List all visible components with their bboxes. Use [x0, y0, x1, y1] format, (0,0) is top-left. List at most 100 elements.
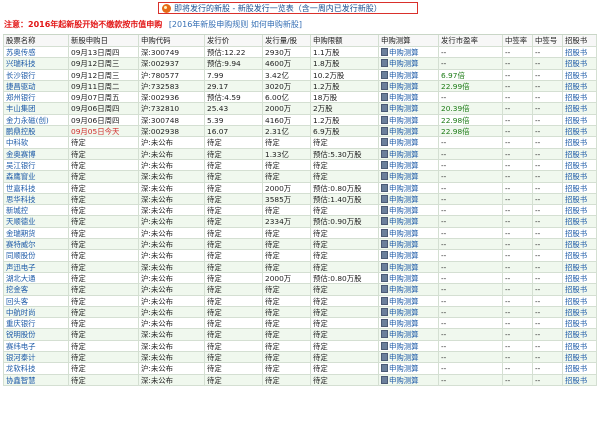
- subscription-code: 沪:未公布: [139, 272, 205, 284]
- calculation-link[interactable]: 申购测算: [379, 193, 439, 205]
- prospectus-link[interactable]: 招股书: [563, 239, 597, 250]
- prospectus-link[interactable]: 招股书: [563, 80, 597, 92]
- calculation-link[interactable]: 申购测算: [379, 227, 439, 239]
- prospectus-link[interactable]: 招股书: [563, 318, 597, 329]
- stock-name[interactable]: 同顺股份: [3, 250, 69, 261]
- prospectus-link[interactable]: 招股书: [563, 69, 597, 80]
- stock-name[interactable]: 新城控: [3, 205, 69, 216]
- stock-name[interactable]: 协鑫智慧: [3, 374, 69, 385]
- prospectus-link[interactable]: 招股书: [563, 137, 597, 148]
- calculation-label: 申购测算: [389, 127, 419, 137]
- prospectus-link[interactable]: 招股书: [563, 363, 597, 374]
- stock-name[interactable]: 回头客: [3, 295, 69, 306]
- stock-name[interactable]: 苏奥传感: [3, 47, 69, 58]
- calculation-link[interactable]: 申购测算: [379, 47, 439, 58]
- stock-name[interactable]: 金力永磁(创): [3, 114, 69, 126]
- calculation-link[interactable]: 申购测算: [379, 295, 439, 306]
- stock-name[interactable]: 重庆银行: [3, 318, 69, 329]
- stock-name[interactable]: 思华科技: [3, 193, 69, 205]
- calculation-link[interactable]: 申购测算: [379, 114, 439, 126]
- prospectus-link[interactable]: 招股书: [563, 92, 597, 103]
- stock-name[interactable]: 吴江银行: [3, 159, 69, 171]
- stock-name[interactable]: 森鹰窗业: [3, 171, 69, 182]
- stock-name[interactable]: 金奥赛博: [3, 148, 69, 159]
- calculation-link[interactable]: 申购测算: [379, 374, 439, 385]
- prospectus-link[interactable]: 招股书: [563, 284, 597, 295]
- calculation-link[interactable]: 申购测算: [379, 171, 439, 182]
- calculation-label: 申购测算: [389, 138, 419, 148]
- prospectus-link[interactable]: 招股书: [563, 340, 597, 352]
- stock-name[interactable]: 长沙银行: [3, 69, 69, 80]
- calculation-link[interactable]: 申购测算: [379, 137, 439, 148]
- prospectus-link[interactable]: 招股书: [563, 103, 597, 114]
- calculation-link[interactable]: 申购测算: [379, 92, 439, 103]
- calculation-link[interactable]: 申购测算: [379, 159, 439, 171]
- prospectus-link[interactable]: 招股书: [563, 47, 597, 58]
- calculator-icon: [381, 206, 388, 215]
- stock-name[interactable]: 中科软: [3, 137, 69, 148]
- calculation-link[interactable]: 申购测算: [379, 80, 439, 92]
- calculation-link[interactable]: 申购测算: [379, 352, 439, 363]
- table-row: 天顺德业 待定 沪:未公布 待定 2334万 预估:0.90万股 申购测算 -- -- -- 招股书: [3, 216, 597, 228]
- calculation-link[interactable]: 申购测算: [379, 148, 439, 159]
- prospectus-link[interactable]: 招股书: [563, 250, 597, 261]
- prospectus-link[interactable]: 招股书: [563, 295, 597, 306]
- prospectus-link[interactable]: 招股书: [563, 306, 597, 318]
- stock-name[interactable]: 捷昌驱动: [3, 80, 69, 92]
- prospectus-link[interactable]: 招股书: [563, 374, 597, 385]
- calculation-link[interactable]: 申购测算: [379, 250, 439, 261]
- stock-name[interactable]: 郑州银行: [3, 92, 69, 103]
- prospectus-link[interactable]: 招股书: [563, 148, 597, 159]
- prospectus-link[interactable]: 招股书: [563, 205, 597, 216]
- calculation-link[interactable]: 申购测算: [379, 363, 439, 374]
- calculation-link[interactable]: 申购测算: [379, 216, 439, 227]
- stock-name[interactable]: 挖金客: [3, 284, 69, 295]
- calculation-link[interactable]: 申购测算: [379, 69, 439, 80]
- stock-name[interactable]: 声迅电子: [3, 261, 69, 272]
- calculation-link[interactable]: 申购测算: [379, 306, 439, 318]
- calculation-link[interactable]: 申购测算: [379, 58, 439, 69]
- prospectus-link[interactable]: 招股书: [563, 159, 597, 171]
- calculation-link[interactable]: 申购测算: [379, 318, 439, 329]
- calculation-link[interactable]: 申购测算: [379, 329, 439, 340]
- prospectus-link[interactable]: 招股书: [563, 329, 597, 340]
- stock-name[interactable]: 湖北大通: [3, 272, 69, 284]
- stock-name[interactable]: 中航时尚: [3, 306, 69, 318]
- calculation-link[interactable]: 申购测算: [379, 205, 439, 216]
- stock-name[interactable]: 赛纬电子: [3, 340, 69, 352]
- calculation-link[interactable]: 申购测算: [379, 284, 439, 295]
- stock-name[interactable]: 锐明股份: [3, 329, 69, 340]
- calculation-link[interactable]: 申购测算: [379, 340, 439, 352]
- calculation-link[interactable]: 申购测算: [379, 182, 439, 193]
- prospectus-link[interactable]: 招股书: [563, 227, 597, 239]
- prospectus-link[interactable]: 招股书: [563, 261, 597, 272]
- stock-name[interactable]: 龙软科技: [3, 363, 69, 374]
- stock-name[interactable]: 鹏鼎控股: [3, 126, 69, 137]
- rules-link[interactable]: [2016年新股申购规则 如何申购新股]: [169, 20, 302, 29]
- prospectus-link[interactable]: 招股书: [563, 58, 597, 69]
- subscription-code: 沪:未公布: [139, 250, 205, 261]
- calculation-link[interactable]: 申购测算: [379, 239, 439, 250]
- prospectus-link[interactable]: 招股书: [563, 126, 597, 137]
- prospectus-link[interactable]: 招股书: [563, 352, 597, 363]
- prospectus-link[interactable]: 招股书: [563, 193, 597, 205]
- calculator-icon: [381, 59, 388, 68]
- prospectus-link[interactable]: 招股书: [563, 114, 597, 126]
- stock-name[interactable]: 丰山集团: [3, 103, 69, 114]
- stock-name[interactable]: 银河泰计: [3, 352, 69, 363]
- calculation-link[interactable]: 申购测算: [379, 261, 439, 272]
- calculation-link[interactable]: 申购测算: [379, 126, 439, 137]
- stock-name[interactable]: 世嘉科技: [3, 182, 69, 193]
- calculator-icon: [381, 217, 388, 226]
- stock-name[interactable]: 赛特威尔: [3, 239, 69, 250]
- prospectus-link[interactable]: 招股书: [563, 216, 597, 227]
- stock-name[interactable]: 兴瑞科技: [3, 58, 69, 69]
- calculation-link[interactable]: 申购测算: [379, 103, 439, 114]
- prospectus-link[interactable]: 招股书: [563, 182, 597, 193]
- prospectus-link[interactable]: 招股书: [563, 171, 597, 182]
- stock-name[interactable]: 天顺德业: [3, 216, 69, 227]
- issue-price: 预估:4.59: [205, 92, 263, 103]
- stock-name[interactable]: 金瑞期货: [3, 227, 69, 239]
- prospectus-link[interactable]: 招股书: [563, 272, 597, 284]
- calculation-link[interactable]: 申购测算: [379, 272, 439, 284]
